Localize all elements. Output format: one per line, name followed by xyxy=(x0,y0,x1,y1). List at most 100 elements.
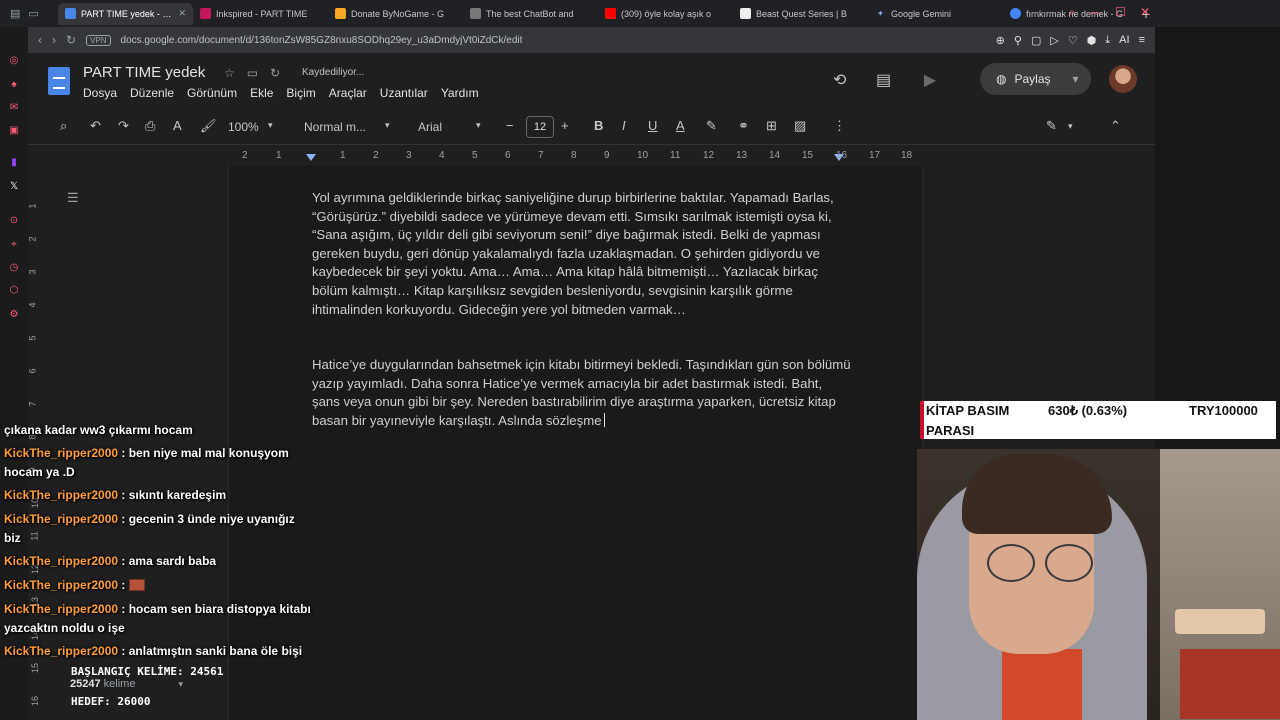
webcam-shirt xyxy=(1002,649,1082,720)
download-icon[interactable]: ⤓ xyxy=(1105,34,1110,47)
maximize-icon[interactable]: ☐ xyxy=(1115,5,1126,20)
left-indent-marker[interactable] xyxy=(306,154,316,161)
chat-username: KickThe_ripper2000 xyxy=(4,578,119,592)
chat-text: : anlatmıştın sanki bana öle bişi xyxy=(118,644,303,658)
search-tabs-icon[interactable]: ⌕ xyxy=(1068,5,1075,20)
sidebar-icon-7[interactable]: ⬡ xyxy=(8,285,20,297)
sidebar-icon-3[interactable]: ✉ xyxy=(8,102,20,114)
decrease-font-icon[interactable]: − xyxy=(506,118,514,133)
paint-format-icon[interactable]: 🖌 xyxy=(200,118,217,134)
tab-overview-icon[interactable]: ▭ xyxy=(28,7,38,20)
search-icon[interactable]: ⌕ xyxy=(60,118,67,134)
comments-icon[interactable]: ▤ xyxy=(876,70,891,90)
heart-icon[interactable]: ♡ xyxy=(1068,34,1078,47)
horizontal-ruler[interactable]: 2 1 1 2 3 4 5 6 7 8 9 10 11 12 13 14 15 … xyxy=(228,148,923,166)
ruler-number: 7 xyxy=(538,150,544,161)
tab-5[interactable]: Beast Quest Series | B xyxy=(733,3,868,25)
editing-mode-icon[interactable]: ✎ xyxy=(1046,118,1057,134)
gemini-favicon-icon: ✦ xyxy=(877,9,884,18)
increase-font-icon[interactable]: + xyxy=(561,118,569,133)
menu-icon[interactable]: ▤ xyxy=(10,7,20,20)
chevron-down-icon: ▾ xyxy=(476,120,481,130)
x-icon[interactable]: 𝕏 xyxy=(8,181,20,193)
sidebar-icon-1[interactable]: ◎ xyxy=(8,55,20,67)
print-icon[interactable]: ⎙ xyxy=(145,118,155,134)
spellcheck-icon[interactable]: A xyxy=(173,118,182,133)
zoom-select[interactable]: 100% xyxy=(228,120,259,134)
ruler-number: 1 xyxy=(276,150,282,161)
ruler-number: 15 xyxy=(30,662,41,674)
chat-text: : ama sardı baba xyxy=(118,554,217,568)
sidebar-icon-4[interactable]: ▣ xyxy=(8,125,20,137)
style-select[interactable]: Normal m... xyxy=(304,120,366,134)
play-icon[interactable]: ▷ xyxy=(1050,34,1058,47)
zoom-icon[interactable]: ⊕ xyxy=(996,34,1005,47)
share-button[interactable]: ◍ Paylaş ▾ xyxy=(980,63,1091,95)
ruler-number: 17 xyxy=(869,150,881,161)
tab-6[interactable]: ✦ Google Gemini xyxy=(868,3,1003,25)
sidebar-icon-2[interactable]: ♠ xyxy=(8,79,20,91)
image-icon[interactable]: ▨ xyxy=(794,118,806,134)
easy-setup-icon[interactable]: ≡ xyxy=(1139,34,1145,47)
tab-1[interactable]: Inkspired - PART TIME xyxy=(193,3,328,25)
link-icon[interactable]: ⚭ xyxy=(738,118,749,134)
outline-icon[interactable]: ☰ xyxy=(67,190,79,206)
font-size-input[interactable]: 12 xyxy=(526,116,554,138)
chat-username: KickThe_ripper2000 xyxy=(4,554,119,568)
avatar[interactable] xyxy=(1109,65,1137,93)
minimize-icon[interactable]: — xyxy=(1089,5,1101,20)
add-comment-icon[interactable]: ⊞ xyxy=(766,118,777,134)
sidebar-icon-6[interactable]: ⌖ xyxy=(8,239,20,251)
webcam-basket xyxy=(1175,609,1265,634)
ruler-number: 1 xyxy=(340,150,346,161)
close-window-icon[interactable]: ✕ xyxy=(1140,5,1150,20)
ruler-number: 11 xyxy=(670,150,681,161)
twitch-icon[interactable]: ▮ xyxy=(8,157,20,169)
settings-icon[interactable]: ⚙ xyxy=(8,309,20,321)
back-icon[interactable]: ‹ xyxy=(38,33,42,47)
webcam-glasses-left xyxy=(987,544,1035,582)
close-icon[interactable]: ✕ xyxy=(178,8,186,19)
url-field[interactable]: docs.google.com/document/d/136tonZsW85GZ… xyxy=(121,35,523,46)
font-select[interactable]: Arial xyxy=(418,120,442,134)
bold-icon[interactable]: B xyxy=(594,118,603,133)
tab-2[interactable]: Donate ByNoGame - G xyxy=(328,3,463,25)
ruler-number: 1 xyxy=(27,203,38,209)
reload-icon[interactable]: ↻ xyxy=(66,33,76,47)
chat-text: : sıkıntı karedeşim xyxy=(118,488,227,502)
chat-message: KickThe_ripper2000 : ama sardı baba xyxy=(4,552,314,571)
donation-goal-widget: KİTAP BASIM PARASI 630₺ (0.63%) TRY10000… xyxy=(920,401,1276,439)
forward-icon[interactable]: › xyxy=(52,33,56,47)
meet-icon[interactable]: ▶ xyxy=(924,70,936,90)
paragraph-1[interactable]: Yol ayrımına geldiklerinde birkaç saniye… xyxy=(312,189,852,319)
history-icon[interactable]: ⟲ xyxy=(833,70,846,90)
pin-icon[interactable]: ⚲ xyxy=(1014,34,1022,47)
ai-button[interactable]: AI xyxy=(1119,34,1129,47)
snapshot-icon[interactable]: ▢ xyxy=(1031,34,1041,47)
chat-message: KickThe_ripper2000 : xyxy=(4,576,314,595)
paragraph-2[interactable]: Hatice’ye duygularından bahsetmek için k… xyxy=(312,356,852,430)
tab-0[interactable]: PART TIME yedek - Google ✕ xyxy=(58,2,193,25)
extension-icon[interactable]: ⬢ xyxy=(1087,34,1097,47)
ruler-number: 4 xyxy=(27,302,38,308)
tab-title: Beast Quest Series | B xyxy=(756,8,847,19)
italic-icon[interactable]: I xyxy=(622,118,626,133)
more-icon[interactable]: ⋮ xyxy=(833,118,846,134)
redo-icon[interactable]: ↷ xyxy=(118,118,129,134)
text-color-icon[interactable]: A xyxy=(676,118,685,133)
sidebar-icon-5[interactable]: ⊙ xyxy=(8,215,20,227)
highlight-icon[interactable]: ✎ xyxy=(706,118,717,134)
vpn-badge[interactable]: VPN xyxy=(86,34,111,46)
clock-icon[interactable]: ◷ xyxy=(8,262,20,274)
beastquest-favicon-icon xyxy=(740,8,751,19)
chat-message: çıkana kadar ww3 çıkarmı hocam xyxy=(4,421,314,440)
ruler-number: 16 xyxy=(30,695,41,707)
underline-icon[interactable]: U xyxy=(648,118,657,133)
docs-word-count[interactable]: 25247 kelime ▾ xyxy=(70,678,183,690)
undo-icon[interactable]: ↶ xyxy=(90,118,101,134)
tab-4[interactable]: (309) öyle kolay aşık o xyxy=(598,3,733,25)
ruler-number: 12 xyxy=(703,150,715,161)
collapse-menus-icon[interactable]: ⌃ xyxy=(1110,118,1121,134)
donation-title: KİTAP BASIM xyxy=(926,403,1010,418)
tab-3[interactable]: The best ChatBot and xyxy=(463,3,598,25)
